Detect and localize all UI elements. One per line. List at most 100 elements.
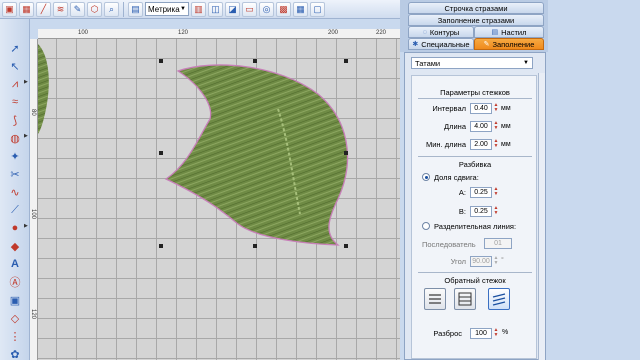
running-stitch-icon[interactable]: ⟆ — [6, 111, 24, 129]
spread-field[interactable]: 100 — [470, 328, 492, 339]
min-length-field[interactable]: 2.00 — [470, 139, 492, 150]
leaf-shape[interactable] — [164, 64, 349, 246]
selection-handle[interactable] — [253, 244, 257, 248]
length-spinner[interactable]: ▲ ▼ — [493, 121, 499, 132]
tab-label: Специальные — [421, 39, 470, 49]
pencil-icon[interactable]: ✎ — [70, 1, 85, 17]
layers-icon[interactable]: ▥ — [191, 1, 206, 17]
frame-icon[interactable]: ▣ — [6, 291, 24, 309]
vertical-ruler: 80 100 120 — [30, 39, 38, 360]
zigzag-icon[interactable]: ⩘ — [6, 75, 24, 93]
selection-handle[interactable] — [159, 151, 163, 155]
b-field[interactable]: 0.25 — [470, 206, 492, 217]
lettering-icon[interactable]: A — [6, 255, 24, 273]
node-icon[interactable]: ✦ — [6, 147, 24, 165]
selection-handle[interactable] — [253, 59, 257, 63]
motif-icon[interactable]: ✿ — [6, 345, 24, 360]
shapes-icon[interactable]: ◆ — [6, 237, 24, 255]
selection-handle[interactable] — [344, 59, 348, 63]
underlay-icon: ▤ — [491, 29, 499, 36]
expand-arrow-icon[interactable]: ▶ — [24, 223, 28, 229]
palette-icon[interactable]: ◪ — [225, 1, 240, 17]
a-spinner[interactable]: ▲ ▼ — [493, 187, 499, 198]
ruler-label: 120 — [178, 30, 189, 36]
partial-leaf[interactable] — [38, 44, 49, 134]
selection-handle[interactable] — [159, 244, 163, 248]
unit-label: мм — [501, 123, 511, 130]
divider — [418, 272, 532, 273]
angle-field[interactable]: 90.00 — [470, 256, 492, 267]
tab-contours[interactable]: ◌ Контуры — [408, 26, 474, 38]
b-spinner[interactable]: ▲ ▼ — [493, 206, 499, 217]
angle-spinner[interactable]: ▲ ▼ — [493, 256, 499, 267]
panel-scrollbar[interactable] — [538, 73, 545, 360]
ruler-label: 100 — [78, 30, 89, 36]
expand-arrow-icon[interactable]: ▶ — [24, 79, 28, 85]
sequence-icon[interactable]: ⋮ — [6, 327, 24, 345]
select-arrow-icon[interactable]: ➚ — [6, 39, 24, 57]
monitor-icon[interactable]: ▢ — [310, 1, 325, 17]
unit-label: мм — [501, 141, 511, 148]
tab-rhinestone-line[interactable]: Строчка стразами — [408, 2, 544, 14]
tab-label: Заполнение — [492, 39, 535, 49]
main-toolbar: ▣ ▦ ╱ ≋ ✎ ⬡ ⌕ ▤ Метрика ▼ ▥ ◫ ◪ ▭ ◎ ▩ ▦ … — [0, 0, 400, 19]
monogram-icon[interactable]: Ⓐ — [6, 273, 24, 291]
interval-spinner[interactable]: ▲ ▼ — [493, 103, 499, 114]
reverse-stitch-option-3[interactable] — [488, 288, 510, 310]
tab-special[interactable]: ✱ Специальные — [408, 38, 474, 50]
diagonal-lines-icon — [492, 293, 506, 306]
shape-icon[interactable]: ⬡ — [87, 1, 102, 17]
reverse-stitch-title: Обратный стежок — [444, 276, 506, 285]
ruler-label: 200 — [328, 30, 339, 36]
new-icon[interactable]: ▣ — [2, 1, 17, 17]
fill-type-select[interactable]: Татами ▼ — [411, 57, 533, 69]
tool-strip: ➚ ↖ ⩘ ≈ ⟆ ◍ ✦ ✂ ∿ ⟋ ● ◆ A Ⓐ ▣ ◇ ⋮ ✿ ▶ ▶ … — [0, 19, 30, 360]
reverse-stitch-option-2[interactable] — [454, 288, 476, 310]
applique-icon[interactable]: ◍ — [6, 129, 24, 147]
ruler-label: 120 — [30, 309, 36, 320]
selection-handle[interactable] — [344, 151, 348, 155]
selection-handle[interactable] — [344, 244, 348, 248]
b-label: B: — [458, 207, 466, 216]
hoop-icon[interactable]: ◎ — [259, 1, 274, 17]
ruler-icon[interactable]: ▭ — [242, 1, 257, 17]
zoom-icon[interactable]: ⌕ — [104, 1, 119, 17]
reshape-icon[interactable]: ↖ — [6, 57, 24, 75]
units-select[interactable]: Метрика ▼ — [145, 2, 189, 16]
brush-icon[interactable]: ╱ — [36, 1, 51, 17]
interval-field[interactable]: 0.40 — [470, 103, 492, 114]
grid-icon[interactable]: ▤ — [128, 1, 143, 17]
dividing-line-radio[interactable] — [422, 222, 430, 230]
trace-icon[interactable]: ▦ — [293, 1, 308, 17]
tab-label: Настил — [501, 27, 527, 37]
view-icon[interactable]: ◫ — [208, 1, 223, 17]
satin-icon[interactable]: ≈ — [6, 93, 24, 111]
stitch-icon[interactable]: ≋ — [53, 1, 68, 17]
shift-share-radio[interactable] — [422, 173, 430, 181]
sequence-field[interactable]: 01 — [484, 238, 512, 249]
circle-fill-icon[interactable]: ● — [6, 219, 24, 237]
spread-unit: % — [502, 329, 509, 336]
reverse-stitch-option-1[interactable] — [424, 288, 446, 310]
length-field[interactable]: 4.00 — [470, 121, 492, 132]
fill-type-value: Татами — [415, 58, 441, 68]
fill-pattern-icon[interactable]: ▦ — [19, 1, 34, 17]
expand-arrow-icon[interactable]: ▶ — [24, 133, 28, 139]
curve-icon[interactable]: ∿ — [6, 183, 24, 201]
cut-icon[interactable]: ✂ — [6, 165, 24, 183]
tab-rhinestone-fill[interactable]: Заполнение стразами — [408, 14, 544, 26]
min-length-spinner[interactable]: ▲ ▼ — [493, 139, 499, 150]
fill-settings: Параметры стежков Интервал 0.40 ▲ ▼ мм Дл… — [411, 75, 537, 359]
min-length-label: Мин. длина — [425, 140, 466, 149]
units-value: Метрика — [148, 4, 180, 14]
tab-fill[interactable]: ✎ Заполнение — [474, 38, 544, 50]
color-icon[interactable]: ▩ — [276, 1, 291, 17]
line-tool-icon[interactable]: ⟋ — [6, 201, 24, 219]
a-field[interactable]: 0.25 — [470, 187, 492, 198]
border-icon[interactable]: ◇ — [6, 309, 24, 327]
spread-spinner[interactable]: ▲ ▼ — [493, 328, 499, 339]
selection-handle[interactable] — [159, 59, 163, 63]
design-canvas[interactable] — [38, 39, 400, 360]
tab-label: Заполнение стразами — [437, 15, 515, 25]
tab-nastil[interactable]: ▤ Настил — [474, 26, 544, 38]
